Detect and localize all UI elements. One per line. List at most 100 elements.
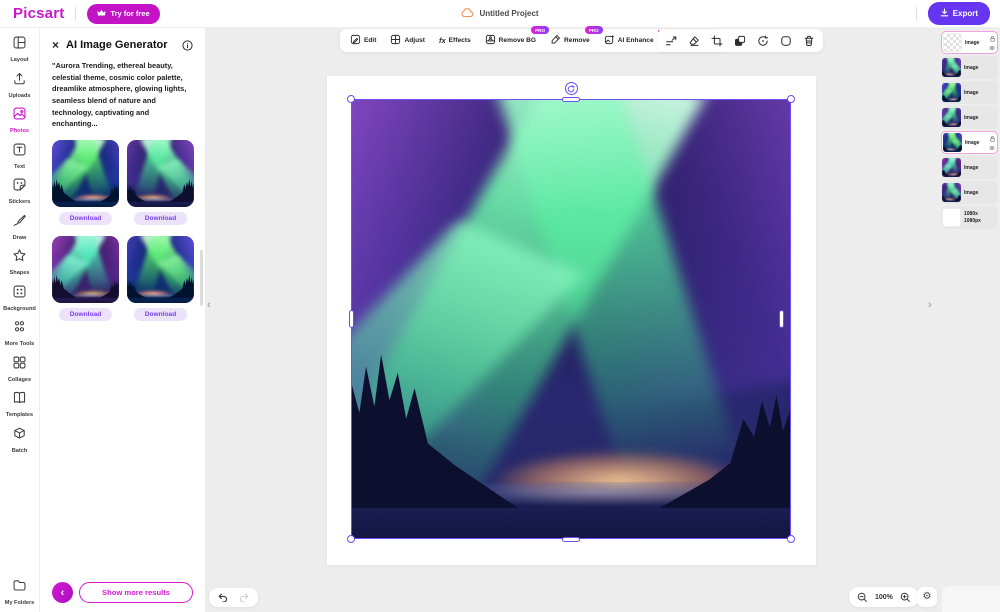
download-button-2[interactable]: Download <box>134 212 188 225</box>
collapse-left-chevron-icon[interactable]: ‹ <box>207 300 211 311</box>
download-button-1[interactable]: Download <box>59 212 113 225</box>
history-controls <box>209 588 258 607</box>
rotate-handle[interactable] <box>565 82 578 95</box>
project-name[interactable]: Untitled Project <box>479 9 538 18</box>
layer-row-1[interactable]: Image <box>941 31 998 54</box>
layers-icon[interactable] <box>734 35 746 47</box>
sidebar-item-draw[interactable]: Draw <box>0 213 39 241</box>
selected-image-layer[interactable] <box>351 99 791 539</box>
mask-icon[interactable] <box>780 35 792 47</box>
sidebar-item-background[interactable]: Background <box>0 284 39 312</box>
sidebar-item-more-tools[interactable]: More Tools <box>0 319 39 347</box>
resize-handle-top[interactable] <box>562 97 580 102</box>
eye-icon[interactable] <box>989 146 995 150</box>
sidebar-item-my-folders[interactable]: My Folders <box>0 578 39 606</box>
layer-thumbnail-image <box>942 158 961 177</box>
close-icon[interactable]: × <box>52 39 59 51</box>
zoom-out-icon[interactable] <box>857 592 868 603</box>
sidebar-item-photos[interactable]: Photos <box>0 106 39 134</box>
text-icon <box>12 142 27 162</box>
layout-icon <box>12 35 27 55</box>
trash-icon[interactable] <box>803 35 815 47</box>
layer-thumbnail-image <box>943 133 962 152</box>
zoom-in-icon[interactable] <box>900 592 911 603</box>
resize-handle-bottom-left[interactable] <box>347 535 355 543</box>
layer-thumbnail-image <box>942 58 961 77</box>
resize-handle-right[interactable] <box>779 310 784 328</box>
ai-enhance-button[interactable]: AI Enhance <box>597 29 661 52</box>
effects-button[interactable]: fx Effects <box>432 29 478 52</box>
undo-icon[interactable] <box>218 593 228 602</box>
redo-icon[interactable] <box>239 593 249 602</box>
info-icon[interactable] <box>182 40 193 51</box>
layer-row-4[interactable]: Image <box>941 106 998 129</box>
export-button[interactable]: Export <box>928 2 990 25</box>
resize-handle-top-left[interactable] <box>347 95 355 103</box>
resize-handle-bottom-right[interactable] <box>787 535 795 543</box>
collapse-right-chevron-icon[interactable]: › <box>928 300 932 311</box>
layer-row-6[interactable]: Image <box>941 156 998 179</box>
generated-image-thumbnail-4[interactable] <box>127 236 194 303</box>
layer-row-canvas[interactable]: 1080x 1080px <box>941 206 998 229</box>
sidebar-item-batch[interactable]: Batch <box>0 426 39 454</box>
result-cell: Download <box>127 140 194 225</box>
sidebar-item-templates[interactable]: Templates <box>0 390 39 418</box>
layer-thumbnail-image <box>942 108 961 127</box>
bottom-right-plate <box>942 586 1000 612</box>
edit-button[interactable]: Edit <box>343 29 383 52</box>
show-more-results-button[interactable]: Show more results <box>79 582 193 603</box>
adjust-icon <box>390 34 401 47</box>
sidebar-item-collages[interactable]: Collages <box>0 355 39 383</box>
pro-badge: PRO <box>531 26 549 34</box>
remove-brush-icon <box>550 34 561 47</box>
resize-handle-bottom[interactable] <box>562 537 580 542</box>
sidebar-item-stickers[interactable]: Stickers <box>0 177 39 205</box>
result-cell: Download <box>52 236 119 321</box>
layer-row-2[interactable]: Image <box>941 56 998 79</box>
try-for-free-button[interactable]: Try for free <box>87 4 159 24</box>
result-cell: Download <box>52 140 119 225</box>
resize-handle-left[interactable] <box>349 310 354 328</box>
sidebar-item-text[interactable]: Text <box>0 142 39 170</box>
lock-icon[interactable] <box>990 36 995 42</box>
eraser-icon[interactable] <box>688 35 700 47</box>
download-button-3[interactable]: Download <box>59 308 113 321</box>
panel-scrollbar[interactable] <box>200 250 203 306</box>
generated-image-thumbnail-2[interactable] <box>127 140 194 207</box>
sidebar-item-uploads[interactable]: Uploads <box>0 71 39 99</box>
layer-row-3[interactable]: Image <box>941 81 998 104</box>
canvas-settings-button[interactable]: ⚙ <box>917 587 937 607</box>
collapse-panel-button[interactable]: ‹ <box>52 582 73 603</box>
export-label: Export <box>953 9 978 18</box>
layer-row-7[interactable]: Image <box>941 181 998 204</box>
result-cell: Download <box>127 236 194 321</box>
picsart-logo[interactable]: Picsart <box>13 5 64 22</box>
header-divider <box>75 7 76 21</box>
sidebar-item-shapes[interactable]: Shapes <box>0 248 39 276</box>
zoom-level[interactable]: 100% <box>875 594 893 601</box>
crop-icon[interactable] <box>711 35 723 47</box>
adjust-button[interactable]: Adjust <box>383 29 432 52</box>
position-icon[interactable] <box>665 35 677 47</box>
download-button-4[interactable]: Download <box>134 308 188 321</box>
collage-icon <box>12 355 27 375</box>
edit-icon <box>350 34 361 47</box>
layer-row-5[interactable]: Image <box>941 131 998 154</box>
star-icon <box>12 248 27 268</box>
remove-bg-button[interactable]: Remove BG PRO <box>478 29 543 52</box>
background-icon <box>12 284 27 304</box>
resize-handle-top-right[interactable] <box>787 95 795 103</box>
rotate-icon[interactable] <box>757 35 769 47</box>
lock-icon[interactable] <box>990 136 995 142</box>
effects-icon: fx <box>439 36 446 45</box>
eye-icon[interactable] <box>989 46 995 50</box>
prompt-text: "Aurora Trending, ethereal beauty, celes… <box>52 60 193 130</box>
ai-enhance-icon <box>604 34 615 47</box>
remove-button[interactable]: Remove PRO <box>543 29 597 52</box>
remove-bg-icon <box>485 34 496 47</box>
generated-image-thumbnail-1[interactable] <box>52 140 119 207</box>
generated-image-thumbnail-3[interactable] <box>52 236 119 303</box>
upload-icon <box>12 71 27 91</box>
pro-badge: PRO <box>585 26 603 34</box>
sidebar-item-layout[interactable]: Layout <box>0 35 39 63</box>
